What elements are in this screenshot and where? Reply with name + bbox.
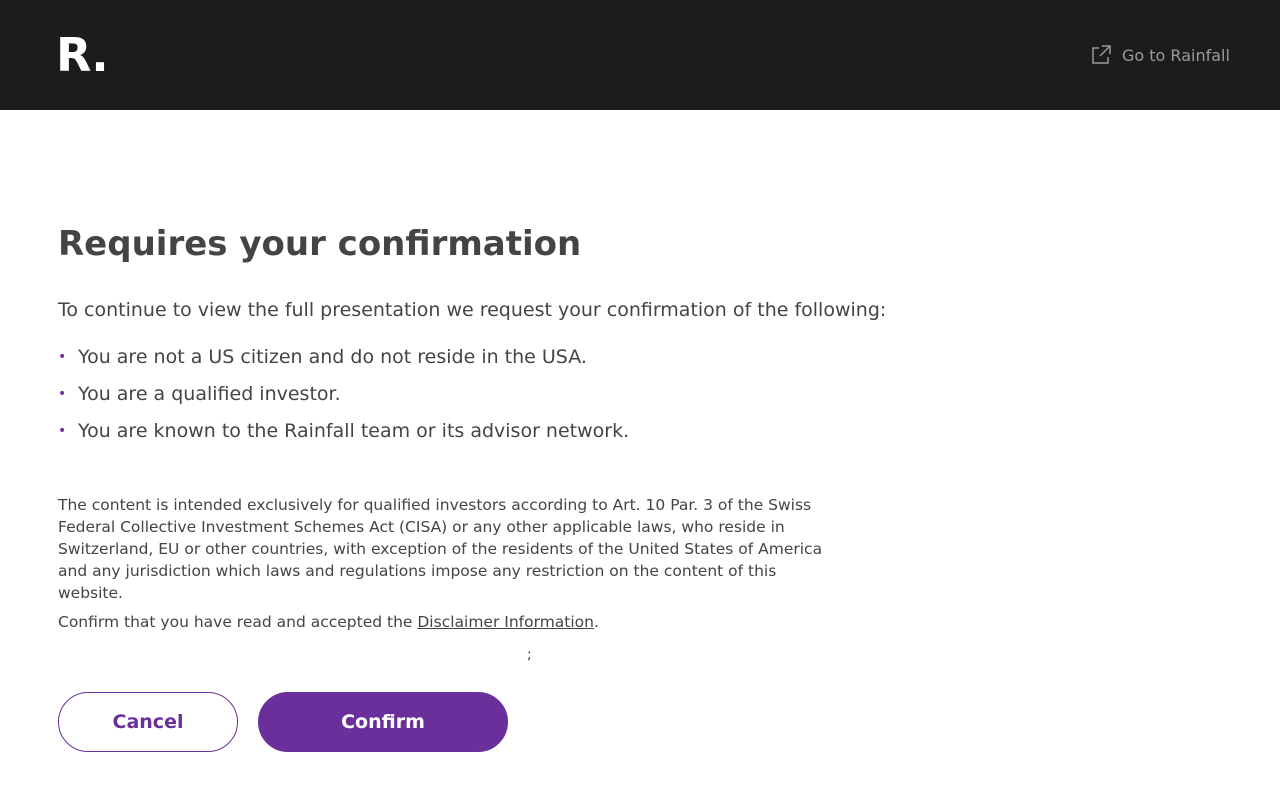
list-item-text: You are not a US citizen and do not resi… [78, 346, 587, 368]
bullet-icon: • [58, 386, 67, 402]
confirmation-list: • You are not a US citizen and do not re… [58, 343, 629, 454]
external-link-icon [1090, 44, 1112, 66]
legal-disclaimer-text: The content is intended exclusively for … [58, 496, 823, 602]
list-item: • You are known to the Rainfall team or … [58, 417, 629, 454]
top-header: R. Go to Rainfall [0, 0, 1280, 110]
confirm-statement: Confirm that you have read and accepted … [58, 611, 599, 633]
list-item: • You are a qualified investor. [58, 380, 629, 417]
cancel-button[interactable]: Cancel [58, 692, 238, 752]
bullet-icon: • [58, 349, 67, 365]
bullet-icon: • [58, 423, 67, 439]
intro-text: To continue to view the full presentatio… [58, 299, 887, 321]
stray-text: ; [527, 647, 532, 663]
confirm-suffix: . [593, 613, 599, 631]
confirm-prefix: Confirm that you have read and accepted … [58, 613, 418, 631]
go-to-rainfall-link[interactable]: Go to Rainfall [1090, 43, 1230, 67]
confirm-button[interactable]: Confirm [258, 692, 508, 752]
list-item: • You are not a US citizen and do not re… [58, 343, 629, 380]
list-item-text: You are a qualified investor. [78, 383, 341, 405]
page-title: Requires your confirmation [58, 224, 582, 264]
rainfall-logo[interactable]: R. [56, 28, 109, 82]
list-item-text: You are known to the Rainfall team or it… [78, 420, 630, 442]
disclaimer-information-link[interactable]: Disclaimer Information [417, 613, 594, 631]
go-to-rainfall-label: Go to Rainfall [1122, 45, 1230, 65]
